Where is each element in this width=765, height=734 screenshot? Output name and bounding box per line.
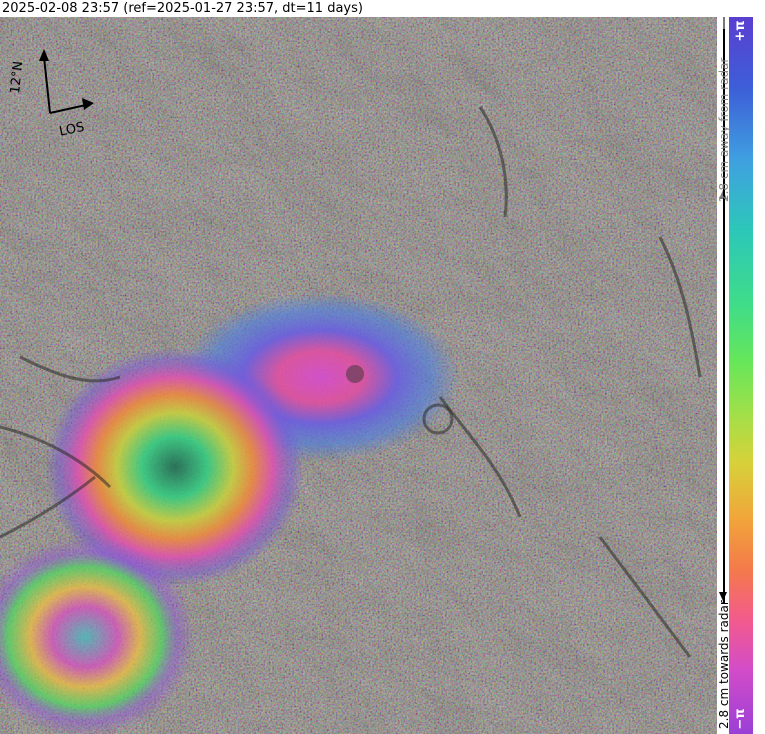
summit-crater <box>346 365 364 383</box>
north-arrow-icon <box>39 49 49 61</box>
los-arrow-icon <box>82 98 94 110</box>
colorbar-bottom-tick: −π <box>733 708 748 730</box>
interferogram-map: 12°N LOS <box>0 17 717 734</box>
colorbar-top-tick: +π <box>733 20 748 42</box>
colorbar-gradient <box>729 17 753 734</box>
image-title: 2025-02-08 23:57 (ref=2025-01-27 23:57, … <box>0 0 765 17</box>
colorbar-towards-caption: 2.8 cm towards radar <box>717 600 731 729</box>
colorbar: +π −π 2.8 cm away from radar 2.8 cm towa… <box>717 17 765 734</box>
colorbar-away-caption: 2.8 cm away from radar <box>717 58 731 202</box>
